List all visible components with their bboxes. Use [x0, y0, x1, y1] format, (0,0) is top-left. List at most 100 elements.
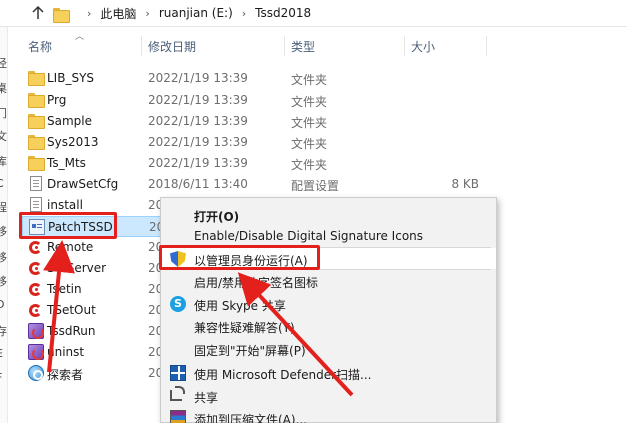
- breadcrumb-this-pc[interactable]: 此电脑: [100, 5, 136, 22]
- file-name: 探索者: [47, 368, 84, 382]
- nav-item[interactable]: 程: [0, 199, 7, 215]
- nav-item[interactable]: 移: [0, 249, 7, 265]
- file-date: 2022/1/19 13:39: [148, 114, 248, 128]
- config-file-icon: [30, 176, 42, 191]
- file-name: Remote: [47, 240, 94, 254]
- navigation-pane[interactable]: 径 桌 门 文 库 C 程 移 移 移 D 存 E F: [0, 27, 8, 423]
- menu-item-label: 启用/禁用数字签名图标: [194, 276, 319, 290]
- column-divider[interactable]: [404, 36, 405, 56]
- sort-ascending-icon: ︿: [75, 32, 85, 42]
- nav-item[interactable]: 文: [0, 128, 7, 144]
- tssd-app-icon: [29, 262, 42, 275]
- file-date: 2022/1/19 13:39: [148, 93, 248, 107]
- folder-icon: [28, 134, 45, 150]
- file-name: Prg: [47, 93, 67, 107]
- application-icon: [29, 219, 45, 235]
- menu-item-label: 使用 Skype 共享: [194, 299, 286, 313]
- breadcrumb-current-folder[interactable]: Tssd2018: [255, 6, 311, 20]
- address-bar[interactable]: › 此电脑 › ruanjian (E:) › Tssd2018: [0, 0, 627, 27]
- file-row[interactable]: Prg 2022/1/19 13:39 文件夹: [22, 90, 492, 111]
- column-header-modified[interactable]: 修改日期: [148, 38, 196, 55]
- up-arrow-icon[interactable]: [30, 5, 46, 21]
- menu-item-run-as-admin[interactable]: 以管理员身份运行(A): [161, 248, 496, 269]
- nav-item[interactable]: 库: [0, 153, 7, 169]
- file-type: 文件夹: [291, 158, 328, 172]
- file-row[interactable]: Sys2013 2022/1/19 13:39 文件夹: [22, 132, 492, 153]
- nav-item[interactable]: 存: [0, 323, 7, 339]
- file-row[interactable]: Ts_Mts 2022/1/19 13:39 文件夹: [22, 153, 492, 174]
- nav-item[interactable]: 移: [0, 273, 7, 289]
- chevron-right-icon[interactable]: ›: [242, 7, 246, 20]
- uac-shield-icon: [170, 251, 186, 267]
- file-type: 配置设置: [291, 179, 340, 193]
- menu-item-defender-scan[interactable]: 使用 Microsoft Defender扫描...: [161, 362, 496, 383]
- column-divider[interactable]: [486, 36, 487, 56]
- file-row[interactable]: LIB_SYS 2022/1/19 13:39 文件夹: [22, 68, 492, 89]
- file-date: 2018/6/11 13:40: [148, 177, 248, 191]
- file-date: 2022/1/19 13:39: [148, 135, 248, 149]
- folder-icon: [28, 113, 45, 129]
- menu-item-pin-start[interactable]: 固定到"开始"屏幕(P): [161, 338, 496, 359]
- nav-item[interactable]: C: [0, 177, 4, 190]
- menu-item-share-skype[interactable]: S 使用 Skype 共享: [161, 293, 496, 314]
- menu-item-label: 兼容性疑难解答(Y): [194, 321, 295, 335]
- menu-item-label: 使用 Microsoft Defender扫描...: [194, 368, 372, 382]
- nav-item[interactable]: 移: [0, 223, 7, 239]
- file-name: TssdRun: [47, 324, 96, 338]
- file-date: 2022/1/19 13:39: [148, 71, 248, 85]
- nav-item[interactable]: F: [0, 371, 2, 384]
- uninstall-icon: [28, 344, 44, 360]
- column-divider[interactable]: [141, 36, 142, 56]
- tssd-app-icon: [29, 304, 42, 317]
- menu-item-label: 添加到压缩文件(A)...: [194, 413, 308, 423]
- context-menu: 打开(O) Enable/Disable Digital Signature I…: [160, 197, 497, 423]
- menu-item-toggle-signature-icons-cn[interactable]: 启用/禁用数字签名图标: [161, 270, 496, 291]
- column-header-name[interactable]: 名称: [28, 38, 52, 55]
- file-type: 文件夹: [291, 137, 328, 151]
- tssd-app-icon: [29, 241, 42, 254]
- breadcrumb-drive[interactable]: ruanjian (E:): [159, 6, 233, 20]
- breadcrumb: › 此电脑 › ruanjian (E:) › Tssd2018: [53, 3, 311, 23]
- file-type: 文件夹: [291, 95, 328, 109]
- file-name: Sys2013: [47, 135, 99, 149]
- defender-icon: [170, 365, 186, 381]
- nav-item[interactable]: E: [0, 347, 3, 360]
- file-row[interactable]: DrawSetCfg 2018/6/11 13:40 配置设置 8 KB: [22, 174, 492, 195]
- menu-item-share[interactable]: 共享: [161, 385, 496, 406]
- file-name: SetServer: [47, 261, 107, 275]
- chevron-right-icon[interactable]: ›: [87, 7, 91, 20]
- folder-icon: [28, 92, 45, 108]
- chevron-right-icon[interactable]: ›: [145, 7, 149, 20]
- document-icon: [30, 197, 42, 212]
- file-size: 8 KB: [451, 177, 479, 191]
- file-name: PatchTSSD: [48, 220, 113, 234]
- nav-item[interactable]: 桌: [0, 80, 7, 96]
- menu-item-toggle-signature-icons[interactable]: Enable/Disable Digital Signature Icons: [161, 225, 496, 246]
- menu-item-label: 打开(O): [194, 210, 240, 224]
- nav-item[interactable]: 门: [0, 105, 7, 121]
- menu-item-open[interactable]: 打开(O): [161, 204, 496, 225]
- menu-item-add-archive[interactable]: 添加到压缩文件(A)...: [161, 407, 496, 423]
- file-name: uninst: [47, 345, 85, 359]
- menu-item-label: 固定到"开始"屏幕(P): [194, 344, 306, 358]
- file-row[interactable]: Sample 2022/1/19 13:39 文件夹: [22, 111, 492, 132]
- menu-item-compatibility[interactable]: 兼容性疑难解答(Y): [161, 315, 496, 336]
- menu-item-label: 以管理员身份运行(A): [194, 254, 308, 268]
- file-type: 文件夹: [291, 116, 328, 130]
- archive-icon: [170, 410, 186, 423]
- file-name: install: [47, 198, 83, 212]
- nav-item[interactable]: 径: [0, 55, 7, 71]
- nav-item[interactable]: D: [0, 298, 4, 311]
- file-name: LIB_SYS: [47, 71, 95, 85]
- folder-icon: [28, 155, 45, 171]
- file-name: Ts_Mts: [47, 156, 86, 170]
- file-type: 文件夹: [291, 73, 328, 87]
- column-divider[interactable]: [284, 36, 285, 56]
- tssdrun-icon: [28, 323, 44, 339]
- menu-item-label: 共享: [194, 391, 219, 405]
- file-name: DrawSetCfg: [47, 177, 119, 191]
- file-date: 2022/1/19 13:39: [148, 156, 248, 170]
- column-header-type[interactable]: 类型: [291, 38, 315, 55]
- folder-icon: [53, 7, 70, 23]
- column-header-size[interactable]: 大小: [411, 38, 435, 55]
